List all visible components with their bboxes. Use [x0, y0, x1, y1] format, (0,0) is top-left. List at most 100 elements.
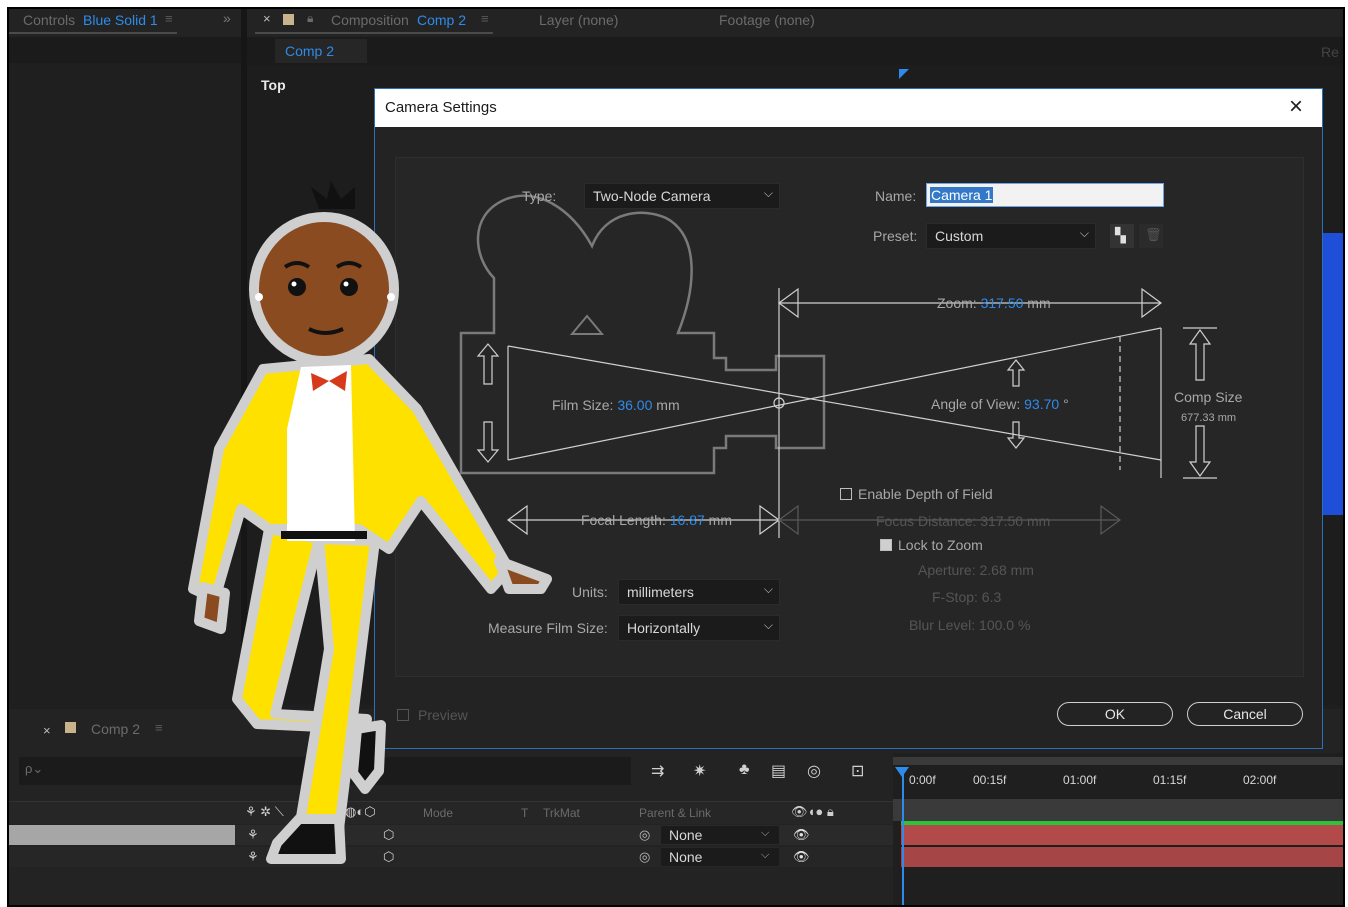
camera-name-input[interactable]: Camera 1	[926, 183, 1164, 207]
aperture-label: Aperture:	[918, 562, 976, 578]
zoom-field: Zoom: 317.50 mm	[937, 295, 1051, 311]
film-size-value[interactable]: 36.00	[617, 397, 652, 413]
chevron-down-icon: ⌵	[761, 827, 770, 839]
fstop-field: F-Stop: 6.3	[932, 589, 1001, 605]
blur-label: Blur Level:	[909, 617, 976, 633]
blur-level-field: Blur Level: 100.0 %	[909, 617, 1030, 633]
sub-tab-label: Comp 2	[285, 43, 335, 59]
chevron-down-icon: ⌵	[763, 186, 773, 200]
parent-value: None	[669, 827, 703, 843]
chevron-down-icon: ⌵	[761, 849, 770, 861]
footage-tab-label: Footage	[719, 12, 771, 28]
parent-dropdown[interactable]: None ⌵	[661, 848, 779, 866]
frame-blending-icon[interactable]: ▤	[771, 761, 786, 781]
cartoon-character	[188, 181, 552, 864]
parent-dropdown[interactable]: None ⌵	[661, 826, 779, 844]
zoom-value[interactable]: 317.50	[981, 295, 1024, 311]
comp-size-value: 677.33 mm	[1181, 412, 1237, 424]
focal-value[interactable]: 16.87	[670, 512, 705, 528]
comp-subtab-bar: Comp 2 Re	[247, 37, 1343, 65]
footage-tab-value: (none)	[774, 12, 815, 28]
cancel-button[interactable]: Cancel	[1187, 702, 1303, 726]
focal-unit: mm	[708, 512, 732, 528]
layer-tab[interactable]: Layer (none)	[539, 12, 618, 28]
focus-label: Focus Distance:	[876, 513, 977, 529]
effect-controls-header: Controls Blue Solid 1 ≡ »	[9, 9, 241, 37]
save-preset-button[interactable]: ▚	[1110, 224, 1134, 248]
aov-label: Angle of View:	[931, 396, 1021, 412]
delete-preset-button[interactable]: 🗑︎	[1139, 224, 1163, 248]
dialog-titlebar: Camera Settings ×	[375, 89, 1322, 127]
preset-label: Preset:	[873, 228, 918, 244]
expand-panels-icon[interactable]: »	[223, 10, 231, 26]
layer-name[interactable]: Blue Solid 1	[83, 12, 158, 28]
composition-header: × 🔒︎ Composition Comp 2 ≡ Layer (none) F…	[247, 9, 1343, 37]
footage-tab[interactable]: Footage (none)	[719, 12, 815, 28]
motion-blur-icon[interactable]: ◎	[807, 761, 821, 781]
chevron-down-icon: ⌵	[1079, 226, 1089, 240]
av-features-header-icon: 👁︎◖● 🔒︎	[791, 804, 834, 819]
composition-name[interactable]: Comp 2	[417, 12, 466, 28]
time-graph[interactable]: 0:00f 00:15f 01:00f 01:15f 02:00f	[893, 753, 1343, 905]
comp-menu-icon[interactable]: ≡	[481, 11, 489, 26]
panel-menu-icon[interactable]: ≡	[165, 11, 173, 26]
fstop-label: F-Stop:	[932, 589, 978, 605]
timeline-color-swatch	[65, 722, 76, 733]
current-time-indicator[interactable]	[902, 769, 904, 905]
ok-button[interactable]: OK	[1057, 702, 1173, 726]
timeline-comp-name: Comp 2	[91, 721, 141, 737]
units-select[interactable]: millimeters ⌵	[618, 579, 780, 605]
renderer-label: Re	[1321, 44, 1339, 60]
enable-dof-checkbox[interactable]	[840, 488, 852, 500]
pickwhip-icon[interactable]: ◎	[639, 827, 650, 843]
comp-flowchart-icon[interactable]: ⇉	[651, 761, 664, 781]
lock-to-zoom-checkbox[interactable]	[880, 539, 892, 551]
sub-tab-comp2[interactable]: Comp 2	[275, 39, 367, 63]
preset-value: Custom	[935, 228, 984, 244]
close-comp-icon[interactable]: ×	[263, 11, 271, 26]
layer-tab-value: (none)	[577, 12, 619, 28]
lock-icon[interactable]: 🔒︎	[307, 11, 313, 26]
preset-select[interactable]: Custom ⌵	[926, 223, 1096, 249]
units-label: Units:	[572, 584, 608, 600]
zoom-label: Zoom:	[937, 295, 977, 311]
aov-value[interactable]: 93.70	[1024, 396, 1059, 412]
layer-bar[interactable]	[901, 825, 1343, 845]
shy-layers-icon[interactable]: ♣	[739, 761, 750, 779]
ruler-tick: 01:15f	[1153, 773, 1187, 787]
focus-distance-field: Focus Distance: 317.50 mm	[876, 513, 1050, 529]
close-icon[interactable]: ×	[1289, 93, 1303, 121]
close-timeline-icon[interactable]: ×	[43, 723, 51, 738]
layer-bar[interactable]	[901, 847, 1343, 867]
app-window: Controls Blue Solid 1 ≡ » × 🔒︎ Compositi…	[7, 7, 1345, 907]
aperture-value: 2.68 mm	[979, 562, 1034, 578]
measure-film-size-select[interactable]: Horizontally ⌵	[618, 615, 780, 641]
ruler-tick: 01:00f	[1063, 773, 1097, 787]
name-label: Name:	[875, 188, 917, 204]
aperture-field: Aperture: 2.68 mm	[918, 562, 1034, 578]
pickwhip-icon[interactable]: ◎	[639, 849, 650, 865]
chevron-down-icon: ⌵	[763, 582, 773, 596]
playhead-icon[interactable]	[895, 767, 911, 781]
camera-name-value: Camera 1	[930, 187, 994, 203]
focal-label: Focal Length:	[581, 512, 666, 528]
focus-value: 317.50 mm	[980, 513, 1051, 529]
draft-3d-icon[interactable]: ✷	[693, 761, 706, 781]
timeline-menu-icon[interactable]: ≡	[155, 720, 163, 735]
camera-type-select[interactable]: Two-Node Camera ⌵	[584, 183, 780, 209]
visibility-eye-icon[interactable]: 👁︎	[793, 827, 810, 843]
work-area-bar[interactable]	[893, 757, 1343, 765]
comp-color-swatch	[283, 14, 294, 25]
search-icon: ρ⌄	[25, 761, 44, 776]
units-value: millimeters	[627, 584, 694, 600]
trash-icon: 🗑︎	[1145, 227, 1162, 242]
time-ruler-track	[893, 799, 1343, 821]
visibility-eye-icon[interactable]: 👁︎	[793, 849, 810, 865]
dialog-title: Camera Settings	[385, 99, 497, 116]
blur-value: 100.0 %	[979, 617, 1031, 633]
graph-editor-icon[interactable]: ⊡	[851, 761, 864, 781]
angle-of-view-field: Angle of View: 93.70 °	[931, 396, 1069, 412]
panel-underline	[9, 32, 177, 34]
composition-label: Composition	[331, 12, 409, 28]
fstop-value: 6.3	[981, 589, 1002, 605]
